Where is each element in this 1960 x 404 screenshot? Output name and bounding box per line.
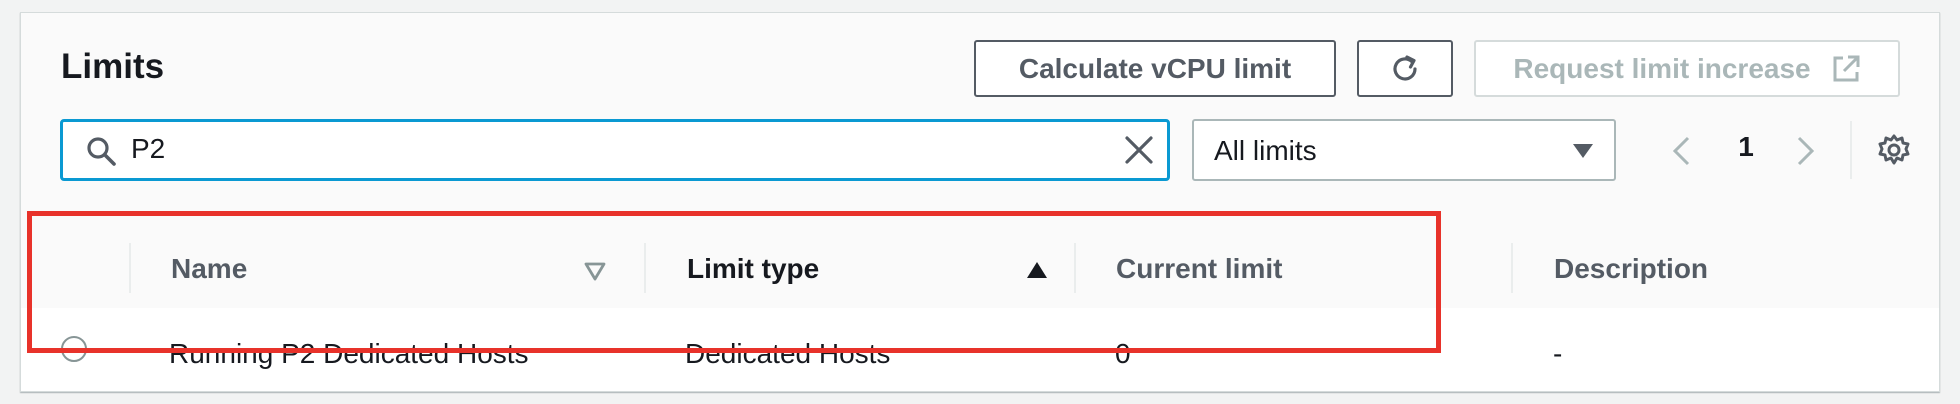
- current-page-number[interactable]: 1: [1731, 131, 1761, 163]
- sort-filter-icon[interactable]: [584, 262, 606, 282]
- chevron-right-icon[interactable]: [1794, 135, 1818, 167]
- clear-icon[interactable]: [1123, 134, 1155, 166]
- cell-limit-type: Dedicated Hosts: [685, 338, 891, 369]
- chevron-left-icon[interactable]: [1669, 135, 1693, 167]
- column-divider: [644, 243, 646, 293]
- sort-ascending-icon[interactable]: [1026, 261, 1048, 279]
- select-value: All limits: [1214, 135, 1317, 166]
- limits-filter-select[interactable]: All limits: [1192, 119, 1616, 181]
- request-limit-increase-label: Request limit increase: [1513, 52, 1811, 84]
- search-field[interactable]: [60, 119, 1170, 181]
- calculate-vcpu-limit-button[interactable]: Calculate vCPU limit: [974, 40, 1336, 97]
- external-link-icon: [1833, 55, 1860, 81]
- column-header-current-limit[interactable]: Current limit: [1116, 253, 1282, 285]
- column-divider: [1511, 243, 1513, 293]
- column-header-description[interactable]: Description: [1554, 253, 1708, 285]
- cell-current-limit: 0: [1115, 338, 1131, 369]
- cell-name: Running P2 Dedicated Hosts: [169, 338, 529, 369]
- request-limit-increase-button[interactable]: Request limit increase: [1474, 40, 1900, 97]
- gear-icon[interactable]: [1877, 133, 1911, 167]
- column-header-name[interactable]: Name: [171, 253, 247, 285]
- search-input[interactable]: [131, 128, 1031, 170]
- pagination-divider: [1850, 121, 1852, 179]
- search-icon: [87, 137, 116, 166]
- caret-down-icon: [1573, 144, 1593, 158]
- page-title: Limits: [61, 47, 165, 86]
- panel-header: Limits Calculate vCPU limit Request limi…: [21, 13, 1939, 212]
- refresh-icon: [1393, 54, 1417, 81]
- cell-description: -: [1553, 338, 1563, 369]
- table-header: Name Limit type Current limit Descriptio…: [21, 211, 1939, 309]
- column-divider: [1074, 243, 1076, 293]
- column-divider: [129, 243, 131, 293]
- table-row[interactable]: Running P2 Dedicated Hosts Dedicated Hos…: [21, 308, 1939, 388]
- column-header-limit-type[interactable]: Limit type: [687, 253, 819, 285]
- row-select-radio[interactable]: [61, 336, 87, 362]
- limits-panel: Limits Calculate vCPU limit Request limi…: [20, 12, 1940, 392]
- refresh-button[interactable]: [1357, 40, 1453, 97]
